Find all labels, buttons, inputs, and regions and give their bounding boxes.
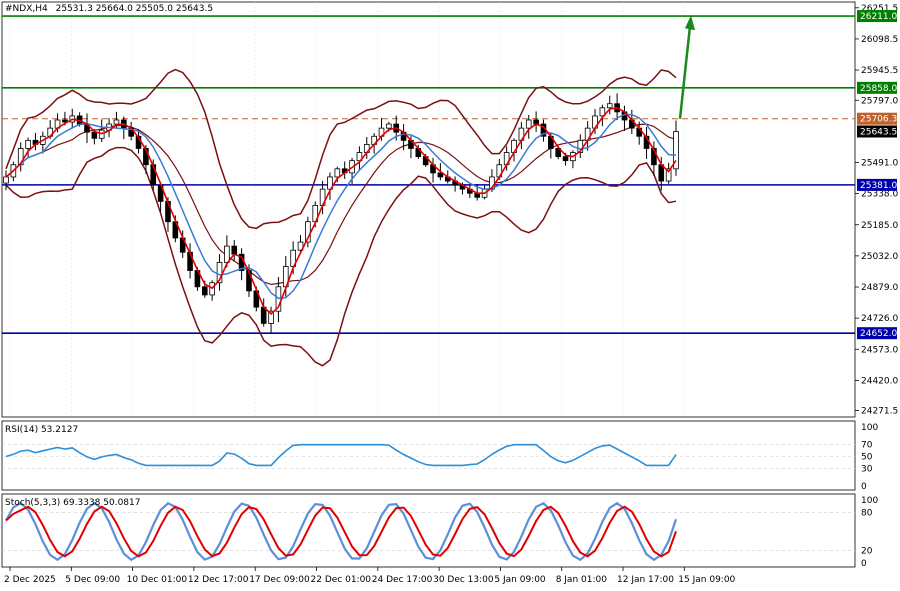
price-level-label: 25858.0 bbox=[860, 84, 897, 94]
current-price-label: 25643.5 bbox=[860, 127, 897, 137]
candle-body bbox=[525, 119, 532, 129]
price-tick-label: 25338.0 bbox=[861, 190, 898, 200]
rsi-tick-label: 100 bbox=[861, 423, 878, 433]
symbol-ohlc: 25531.3 25664.0 25505.0 25643.5 bbox=[56, 4, 213, 14]
time-tick-label: 5 Jan 09:00 bbox=[494, 575, 546, 585]
time-tick-label: 8 Jan 01:00 bbox=[556, 575, 608, 585]
candle-body bbox=[25, 139, 31, 149]
candle-body bbox=[386, 123, 392, 129]
price-level-label: 25381.0 bbox=[860, 181, 897, 191]
price-tick-label: 25797.0 bbox=[861, 96, 898, 106]
candle-body bbox=[562, 156, 569, 162]
time-tick-label: 22 Dec 01:00 bbox=[311, 575, 372, 585]
symbol-name: #NDX,H4 bbox=[5, 4, 48, 14]
price-chart[interactable]: #NDX,H4 25531.3 25664.0 25505.0 25643.5 … bbox=[0, 0, 900, 591]
time-tick-label: 5 Dec 09:00 bbox=[65, 575, 120, 585]
time-tick-label: 17 Dec 09:00 bbox=[249, 575, 310, 585]
price-tick-label: 25491.0 bbox=[861, 159, 898, 169]
stoch-tick-label: 20 bbox=[861, 546, 873, 556]
candle-body bbox=[231, 245, 238, 255]
price-tick-label: 24879.0 bbox=[861, 283, 898, 293]
price-tick-label: 24573.0 bbox=[861, 345, 898, 355]
rsi-tick-label: 0 bbox=[861, 482, 867, 492]
time-tick-label: 10 Dec 01:00 bbox=[127, 575, 188, 585]
candle-body bbox=[224, 245, 230, 263]
price-tick-label: 25032.0 bbox=[861, 252, 898, 262]
time-tick-label: 12 Dec 17:00 bbox=[188, 575, 249, 585]
candle-body bbox=[334, 168, 341, 178]
price-tick-label: 24726.0 bbox=[861, 314, 898, 324]
price-tick-label: 24271.5 bbox=[861, 407, 898, 417]
price-tick-label: 25185.0 bbox=[861, 221, 898, 231]
time-tick-label: 15 Jan 09:00 bbox=[678, 575, 735, 585]
candle-body bbox=[606, 103, 613, 109]
price-tick-label: 25945.5 bbox=[861, 66, 898, 76]
time-tick-label: 2 Dec 2025 bbox=[4, 575, 56, 585]
candle-body bbox=[91, 131, 98, 139]
price-tick-label: 26098.5 bbox=[861, 35, 898, 45]
price-level-label: 24652.0 bbox=[860, 329, 897, 339]
rsi-tick-label: 50 bbox=[861, 453, 873, 463]
stoch-title: Stoch(5,3,3) 69.3338 50.0817 bbox=[5, 498, 140, 508]
rsi-tick-label: 70 bbox=[861, 441, 873, 451]
rsi-tick-label: 30 bbox=[861, 464, 873, 474]
stoch-tick-label: 100 bbox=[861, 496, 878, 506]
time-tick-label: 12 Jan 17:00 bbox=[617, 575, 674, 585]
rsi-title: RSI(14) 53.2127 bbox=[5, 425, 78, 435]
time-tick-label: 30 Dec 13:00 bbox=[433, 575, 494, 585]
stoch-tick-label: 0 bbox=[861, 559, 867, 569]
candle-body bbox=[113, 119, 120, 125]
candle-body bbox=[3, 176, 9, 184]
price-tick-label: 24420.0 bbox=[861, 376, 898, 386]
candle-body bbox=[201, 286, 208, 296]
stoch-tick-label: 80 bbox=[861, 509, 873, 519]
symbol-header: #NDX,H4 25531.3 25664.0 25505.0 25643.5 bbox=[5, 4, 213, 14]
time-tick-label: 24 Dec 17:00 bbox=[372, 575, 433, 585]
price-level-label: 25706.3 bbox=[860, 115, 897, 125]
price-level-label: 26211.0 bbox=[860, 12, 897, 22]
